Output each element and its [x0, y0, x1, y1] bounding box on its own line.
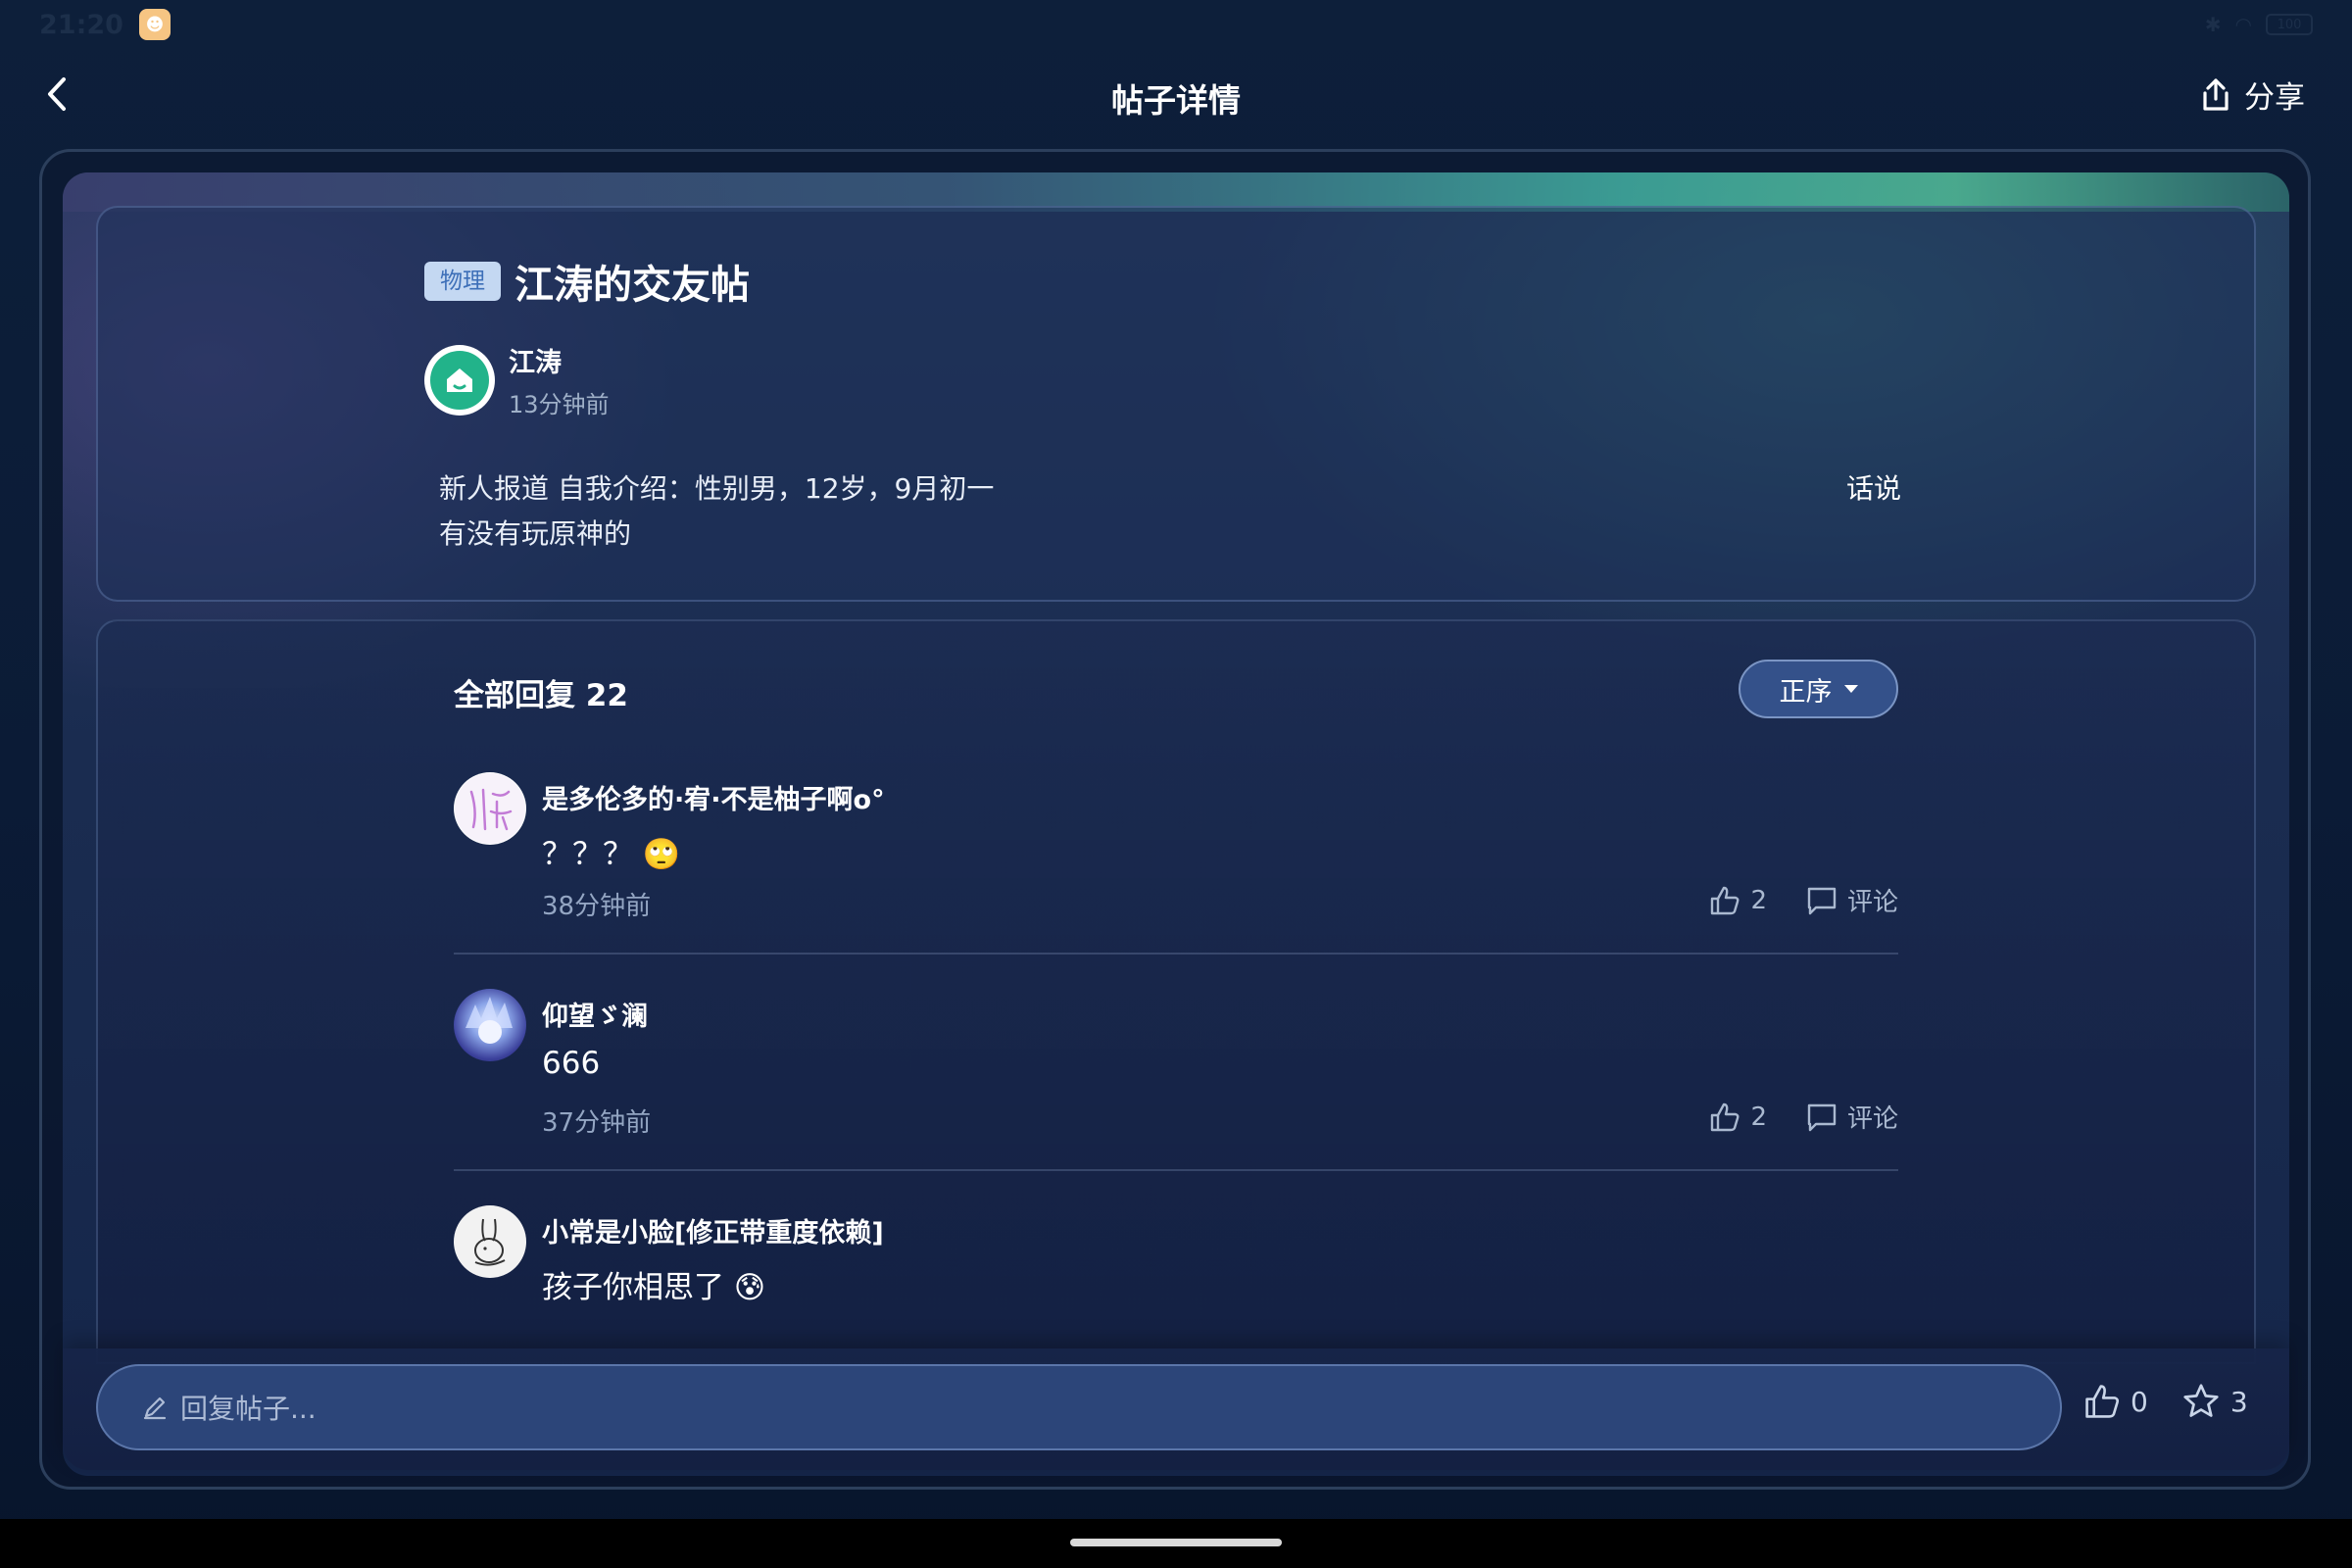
like-count: 2 — [1750, 885, 1767, 915]
thumbs-up-icon — [1711, 1102, 1740, 1131]
post-body-line: 新人报道 自我介绍：性别男，12岁，9月初一 — [439, 472, 995, 505]
post-like-button[interactable]: 0 — [2083, 1383, 2148, 1420]
reply-author-name[interactable]: 是多伦多的·宥·不是柚子啊o° — [542, 778, 885, 816]
replies-header: 全部回复 22 — [454, 678, 628, 713]
post-favorite-count: 3 — [2230, 1385, 2248, 1418]
share-button[interactable]: 分享 — [2199, 73, 2305, 117]
reply-divider — [454, 953, 1898, 955]
reply-divider — [454, 1169, 1898, 1171]
reply-author-name[interactable]: 小常是小脸[修正带重度依赖] — [542, 1211, 884, 1250]
battery-icon: 100 — [2266, 14, 2313, 35]
pencil-icon — [143, 1396, 167, 1420]
comment-label: 评论 — [1846, 1104, 1898, 1134]
anime-character-avatar-icon — [466, 997, 513, 1044]
like-count: 2 — [1750, 1102, 1767, 1132]
calligraphy-avatar-icon — [455, 773, 525, 844]
reply-placeholder: 回复帖子... — [180, 1393, 317, 1425]
comment-icon — [1807, 887, 1837, 914]
reply-post-input[interactable]: 回复帖子... — [96, 1364, 2062, 1450]
reply-avatar[interactable] — [454, 1205, 526, 1278]
reply-text: 孩子你相思了 — [542, 1270, 724, 1305]
reply-item: 是多伦多的·宥·不是柚子啊o° ？？？ 🙄 38分钟前 2 评论 — [454, 772, 1898, 958]
post-time: 13分钟前 — [509, 391, 610, 418]
comment-button[interactable]: 评论 — [1806, 882, 1898, 918]
reply-time: 38分钟前 — [542, 892, 652, 921]
post-body-line: 有没有玩原神的 — [439, 517, 632, 550]
comment-button[interactable]: 评论 — [1806, 1099, 1898, 1135]
reply-time: 37分钟前 — [542, 1108, 652, 1138]
status-time: 21:20 — [39, 9, 123, 40]
reply-content: ？？？ 🙄 — [542, 829, 680, 873]
anxious-face-emoji: 😰 — [733, 1270, 766, 1305]
reply-actions: 2 评论 — [1709, 882, 1898, 918]
sort-label: 正序 — [1779, 676, 1833, 708]
share-label: 分享 — [2244, 80, 2305, 116]
status-bar: 21:20 ☻ ✱ ◠ 100 — [0, 0, 2352, 49]
author-avatar[interactable] — [424, 345, 495, 416]
like-button[interactable]: 2 — [1709, 885, 1767, 916]
post-card — [96, 206, 2256, 602]
thumbs-up-icon — [2085, 1385, 2120, 1418]
nav-bar: 帖子详情 分享 — [0, 59, 2352, 132]
wifi-icon: ◠ — [2234, 13, 2252, 36]
reply-actions: 2 评论 — [1709, 1099, 1898, 1135]
reply-content: 孩子你相思了 😰 — [542, 1262, 765, 1306]
comment-icon — [1807, 1103, 1837, 1131]
thumbs-up-icon — [1711, 886, 1740, 914]
notification-app-icon: ☻ — [138, 9, 171, 40]
post-favorite-button[interactable]: 3 — [2181, 1382, 2248, 1421]
like-button[interactable]: 2 — [1709, 1102, 1767, 1133]
star-icon — [2183, 1384, 2219, 1417]
caret-down-icon — [1843, 685, 1858, 693]
comment-label: 评论 — [1846, 888, 1898, 917]
home-indicator[interactable] — [1070, 1539, 1282, 1546]
bluetooth-icon: ✱ — [2204, 13, 2222, 36]
reply-item: 仰望ゞ澜 666 37分钟前 2 评论 — [454, 989, 1898, 1175]
reply-avatar[interactable] — [454, 772, 526, 845]
post-title: 江涛的交友帖 — [514, 263, 750, 308]
page-title: 帖子详情 — [1111, 81, 1241, 120]
rolling-eyes-emoji: 🙄 — [642, 837, 681, 872]
post-like-count: 0 — [2131, 1385, 2148, 1418]
reply-avatar[interactable] — [454, 989, 526, 1061]
reply-item: 小常是小脸[修正带重度依赖] 孩子你相思了 😰 — [454, 1205, 1898, 1313]
post-body: 新人报道 自我介绍：性别男，12岁，9月初一 有没有玩原神的 — [439, 466, 994, 557]
category-tag[interactable]: 物理 — [424, 262, 501, 301]
author-text: 江涛 13分钟前 — [509, 341, 610, 419]
post-side-text: 话说 — [1846, 472, 1902, 505]
sort-order-button[interactable]: 正序 — [1739, 660, 1898, 718]
share-icon — [2203, 77, 2229, 111]
status-indicators: ✱ ◠ 100 — [2205, 13, 2313, 36]
post-title-row: 物理 江涛的交友帖 — [424, 253, 750, 310]
battery-level: 100 — [2277, 17, 2302, 32]
home-icon — [447, 368, 472, 392]
post-actions: 0 3 — [2083, 1382, 2248, 1421]
reply-text: ？？？ — [542, 837, 633, 872]
reply-content: 666 — [542, 1046, 600, 1081]
author-info[interactable]: 江涛 13分钟前 — [424, 341, 610, 419]
reply-text: 666 — [542, 1046, 601, 1081]
author-name: 江涛 — [509, 348, 562, 378]
reply-author-name[interactable]: 仰望ゞ澜 — [542, 995, 648, 1033]
rabbit-avatar-icon — [474, 1218, 506, 1266]
